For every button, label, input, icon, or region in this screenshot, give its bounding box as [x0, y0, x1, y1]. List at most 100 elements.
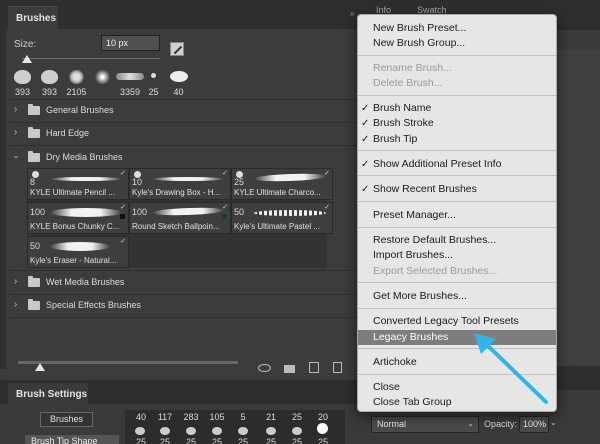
preset-size[interactable]: 117 — [153, 412, 177, 425]
new-brush-icon[interactable] — [309, 362, 319, 373]
brush-tile[interactable]: 100 ✓ Round Sketch Ballpoin... — [129, 202, 231, 234]
chevron-right-icon[interactable]: › — [14, 127, 17, 139]
brush-stroke-preview — [50, 208, 122, 217]
menu-item-get-more-brushes[interactable]: Get More Brushes... — [358, 289, 556, 304]
brush-tip-icon — [135, 427, 145, 435]
recent-brush[interactable]: 393 — [37, 66, 62, 98]
tab-brush-settings[interactable]: Brush Settings — [8, 383, 88, 404]
preset-size[interactable]: 25 — [231, 437, 255, 444]
menu-item-show-additional-preset-info[interactable]: ✓ Show Additional Preset Info — [358, 157, 556, 172]
eye-icon[interactable] — [258, 364, 271, 372]
chevron-down-icon[interactable]: › — [10, 155, 22, 158]
brushes-button[interactable]: Brushes — [40, 412, 93, 427]
brush-settings-panel: Brush Settings Brushes Brush Tip Shape 4… — [0, 380, 362, 444]
menu-item-label: Close Tab Group — [373, 396, 452, 408]
menu-item-export-selected-brushes: Export Selected Brushes... — [358, 264, 556, 279]
menu-item-import-brushes[interactable]: Import Brushes... — [358, 248, 556, 263]
recent-brushes-strip: 393 393 2105 3359 25 40 — [10, 66, 192, 98]
preview-size-slider-thumb[interactable] — [35, 363, 45, 371]
restore-size-icon[interactable] — [170, 42, 184, 56]
brush-tile[interactable]: 25 ✓ KYLE Ultimate Charco... — [231, 168, 333, 200]
brush-tip-icon — [41, 70, 58, 84]
menu-item-brush-name[interactable]: ✓ Brush Name — [358, 101, 556, 116]
preset-size[interactable]: 25 — [205, 437, 229, 444]
brush-size: 8 — [30, 177, 36, 187]
divider — [10, 317, 362, 318]
preset-size[interactable]: 5 — [231, 412, 255, 425]
menu-item-brush-tip[interactable]: ✓ Brush Tip — [358, 132, 556, 147]
opacity-label: Opacity: — [484, 419, 518, 429]
brush-tile[interactable]: 50 ✓ Kyle's Eraser - Natural... — [27, 236, 129, 268]
group-label: General Brushes — [46, 105, 114, 115]
size-slider-track[interactable] — [22, 58, 160, 59]
brush-size: 100 — [30, 207, 46, 217]
menu-separator — [358, 227, 556, 228]
brush-tile[interactable]: 50 ✓ Kyle's Ultimate Pastel ... — [231, 202, 333, 234]
menu-item-label: New Brush Group... — [373, 37, 466, 49]
menu-separator — [358, 308, 556, 309]
preset-size[interactable]: 25 — [285, 437, 309, 444]
brush-group-hard-edge[interactable]: › Hard Edge — [10, 122, 362, 146]
brush-tile[interactable]: 100 ✓ KYLE Bonus Chunky C... — [27, 202, 129, 234]
trash-icon[interactable] — [333, 362, 342, 373]
recent-brush-size: 393 — [41, 87, 58, 97]
chevron-down-icon[interactable]: ⌄ — [550, 418, 557, 427]
recent-brush[interactable] — [90, 66, 115, 98]
menu-item-new-brush-preset[interactable]: New Brush Preset... — [358, 21, 556, 36]
brushes-bottom-toolbar — [0, 357, 362, 380]
preset-size[interactable]: 25 — [153, 437, 177, 444]
preset-size[interactable]: 25 — [285, 412, 309, 425]
brush-name: KYLE Ultimate Charco... — [234, 188, 321, 197]
preset-size[interactable]: 105 — [205, 412, 229, 425]
brush-tile[interactable]: 10 ✓ Kyle's Drawing Box - H... — [129, 168, 231, 200]
brush-name: Kyle's Drawing Box - H... — [132, 188, 221, 197]
chevron-right-icon[interactable]: › — [14, 299, 17, 311]
brush-tip-icon — [68, 70, 85, 84]
menu-item-new-brush-group[interactable]: New Brush Group... — [358, 36, 556, 51]
brush-group-dry-media[interactable]: › Dry Media Brushes — [10, 146, 362, 170]
tile-corner-icon: ✓ — [222, 170, 228, 177]
preview-size-slider-track[interactable] — [18, 361, 238, 364]
preset-size[interactable]: 25 — [129, 437, 153, 444]
brush-group-general[interactable]: › General Brushes — [10, 99, 362, 123]
menu-item-show-recent-brushes[interactable]: ✓ Show Recent Brushes — [358, 182, 556, 197]
menu-item-brush-stroke[interactable]: ✓ Brush Stroke — [358, 116, 556, 131]
size-slider-thumb[interactable] — [22, 55, 32, 63]
brush-group-wet-media[interactable]: › Wet Media Brushes — [10, 271, 362, 295]
brush-tip-shape-button[interactable]: Brush Tip Shape — [25, 435, 119, 444]
tile-color-swatch — [120, 214, 125, 219]
recent-brush[interactable]: 40 — [166, 66, 191, 98]
preset-size[interactable]: 40 — [129, 412, 153, 425]
preset-size[interactable]: 25 — [311, 437, 335, 444]
panel-collapse-icon[interactable]: » — [350, 9, 354, 18]
preset-size[interactable]: 25 — [259, 437, 283, 444]
chevron-right-icon[interactable]: › — [14, 276, 17, 288]
menu-item-restore-default-brushes[interactable]: Restore Default Brushes... — [358, 233, 556, 248]
check-icon: ✓ — [361, 118, 370, 129]
brush-tip-icon — [212, 427, 222, 435]
tab-brushes[interactable]: Brushes — [8, 6, 58, 29]
preset-size[interactable]: 283 — [179, 412, 203, 425]
tile-corner-icon: ✓ — [120, 204, 126, 211]
brush-tip-icon[interactable] — [317, 423, 328, 434]
recent-brush[interactable]: 2105 — [64, 66, 89, 98]
tile-corner-icon: ✓ — [222, 204, 228, 211]
preset-size[interactable]: 21 — [259, 412, 283, 425]
opacity-field[interactable]: 100% — [519, 416, 549, 433]
brush-group-special-effects[interactable]: › Special Effects Brushes — [10, 294, 362, 318]
brush-tip-icon — [266, 427, 276, 435]
folder-icon — [28, 127, 40, 138]
recent-brush[interactable]: 393 — [10, 66, 35, 98]
menu-item-preset-manager[interactable]: Preset Manager... — [358, 208, 556, 223]
menu-item-converted-legacy-tool-presets[interactable]: Converted Legacy Tool Presets — [358, 314, 556, 329]
recent-brush[interactable]: 25 — [141, 66, 166, 98]
preset-size[interactable]: 25 — [179, 437, 203, 444]
new-group-folder-icon[interactable] — [284, 365, 295, 373]
menu-item-label: Show Additional Preset Info — [373, 158, 502, 170]
dry-media-brush-grid: 8 ✓ KYLE Ultimate Pencil ... 10 ✓ Kyle's… — [27, 168, 333, 268]
brush-tile[interactable]: 8 ✓ KYLE Ultimate Pencil ... — [27, 168, 129, 200]
chevron-right-icon[interactable]: › — [14, 104, 17, 116]
size-input[interactable]: 10 px — [101, 35, 160, 51]
blend-mode-value: Normal — [377, 419, 407, 429]
blend-mode-select[interactable]: Normal ⌄ — [371, 416, 479, 433]
